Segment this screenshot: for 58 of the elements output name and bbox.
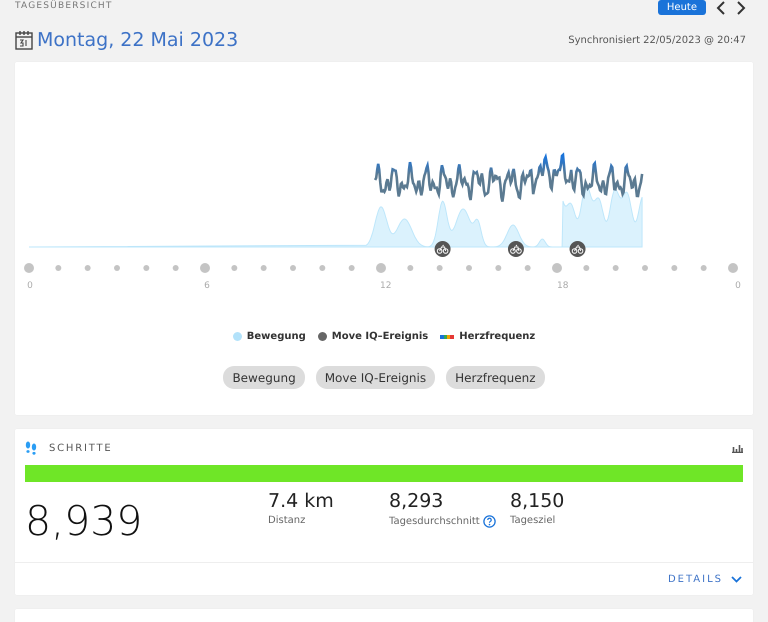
steps-total: 8,939 (25, 497, 144, 547)
bicycle-icon[interactable] (570, 241, 586, 257)
stat-value: 7.4 km (268, 490, 335, 512)
legend-label: Bewegung (246, 331, 306, 342)
hour-dot (24, 263, 34, 273)
next-icon[interactable] (736, 0, 746, 14)
axis-label: 0 (734, 281, 742, 291)
hour-dot (552, 263, 562, 273)
stat-value: 8,150 (510, 490, 566, 512)
hour-dot (728, 263, 738, 273)
hour-dot (671, 265, 678, 271)
page-title: TAGESÜBERSICHT (15, 0, 113, 12)
axis-label: 6 (203, 281, 211, 291)
section-title: SCHRITTE (49, 442, 113, 454)
hour-dot (436, 265, 443, 271)
hour-dot (583, 265, 590, 271)
sync-status: Synchronisiert 22/05/2023 @ 20:47 (568, 34, 746, 46)
hour-dot (260, 265, 267, 271)
hour-dot (319, 265, 326, 271)
hour-dot (55, 265, 62, 271)
hour-dot (466, 265, 472, 271)
hour-dot (231, 265, 238, 271)
stat-value: 8,293 (389, 490, 444, 512)
stat-label: Tagesziel (510, 515, 556, 526)
date-heading: Montag, 22 Mai 2023 (37, 29, 238, 51)
bicycle-icon[interactable] (434, 241, 451, 257)
hour-dot (407, 265, 414, 271)
bar-chart-icon[interactable] (732, 444, 743, 452)
legend-label: Herzfrequenz (459, 331, 536, 342)
filter-button[interactable]: Bewegung (223, 366, 305, 389)
footprints-icon (25, 441, 37, 455)
stat-label: Distanz (268, 515, 306, 526)
axis-label: 0 (26, 281, 34, 291)
stat-label: Tagesdurchschnitt (389, 516, 480, 527)
chevron-down-icon[interactable] (731, 576, 742, 582)
hour-dot (84, 265, 91, 271)
calendar-icon (15, 30, 33, 50)
hour-dot (348, 265, 355, 271)
hour-dot (200, 263, 210, 273)
hour-dot (143, 265, 150, 271)
hour-dot (172, 265, 179, 271)
help-icon[interactable] (482, 515, 496, 528)
details-toggle[interactable]: DETAILS (668, 574, 723, 584)
hour-dot (642, 265, 648, 271)
hour-dot (700, 265, 707, 271)
today-button[interactable]: Heute (658, 0, 706, 15)
filter-button[interactable]: Move IQ-Ereignis (316, 366, 436, 389)
previous-icon[interactable] (716, 0, 726, 14)
hour-dot (376, 263, 386, 273)
hour-dot (114, 265, 120, 271)
hour-dot (290, 265, 296, 271)
bicycle-icon[interactable] (508, 241, 524, 257)
legend-label: Move IQ–Ereignis (332, 331, 428, 342)
filter-button[interactable]: Herzfrequenz (446, 366, 545, 389)
hour-dot (495, 265, 502, 271)
legend-swatch (440, 334, 454, 338)
hour-dot (612, 265, 619, 271)
hour-dot (524, 265, 531, 271)
